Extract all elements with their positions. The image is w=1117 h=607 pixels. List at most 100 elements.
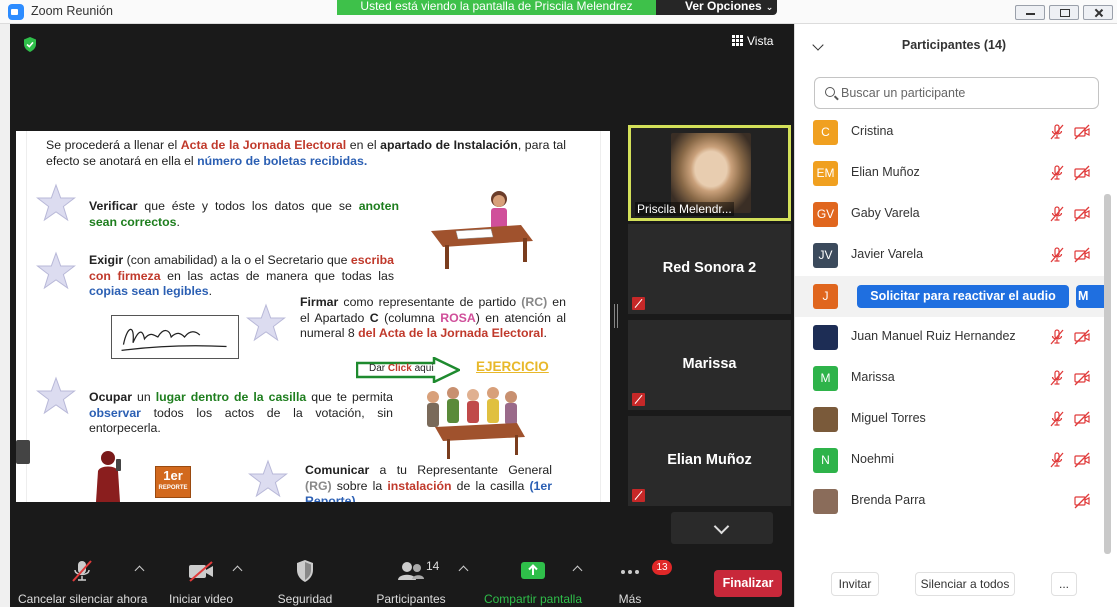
participant-row[interactable]: Brenda Parra (795, 481, 1105, 522)
participant-row[interactable]: C Cristina (795, 112, 1105, 153)
ejercicio-link[interactable]: EJERCICIO (476, 359, 549, 374)
view-button[interactable]: Vista (732, 34, 773, 48)
muted-mic-icon (632, 297, 645, 310)
muted-mic-icon (1049, 206, 1065, 222)
meeting-area: Vista Se procederá a llenar el Acta de l… (10, 24, 794, 607)
more-actions-button[interactable]: M (1076, 285, 1105, 308)
view-options-button[interactable]: Ver Opciones ⌄ (656, 0, 777, 15)
video-off-icon (1074, 124, 1090, 140)
participant-row[interactable]: GV Gaby Varela (795, 194, 1105, 235)
participant-row[interactable]: Miguel Torres (795, 399, 1105, 440)
participant-name: Gaby Varela (851, 206, 920, 220)
participant-row[interactable]: Juan Manuel Ruiz Hernandez (795, 317, 1105, 358)
video-off-icon (189, 561, 213, 582)
participant-row[interactable]: JV Javier Varela (795, 235, 1105, 276)
participant-name: Cristina (851, 124, 894, 138)
window-title: Zoom Reunión (31, 4, 113, 18)
muted-mic-icon (1049, 411, 1065, 427)
secretary-illustration (431, 191, 533, 269)
video-off-icon (1074, 165, 1090, 181)
panel-title: Participantes (14) (901, 38, 1007, 52)
video-off-icon (1074, 329, 1090, 345)
participant-row[interactable]: J Solicitar para reactivar el audio M (795, 276, 1105, 317)
star-icon (36, 183, 76, 222)
avatar: GV (813, 202, 838, 227)
verificar-text: Verificar que éste y todos los datos que… (89, 199, 399, 229)
avatar: N (813, 448, 838, 473)
share-screen-icon (521, 562, 545, 579)
participant-list: C Cristina EM Elian Muñoz GV Gaby Varela JV Jav… (795, 112, 1105, 524)
participant-row[interactable]: M Marissa (795, 358, 1105, 399)
avatar (813, 407, 838, 432)
zoom-app-icon (8, 4, 24, 20)
video-tile[interactable]: Red Sonora 2 (628, 224, 791, 314)
participants-icon (398, 562, 424, 580)
participant-row[interactable]: EM Elian Muñoz (795, 153, 1105, 194)
maximize-button[interactable] (1049, 5, 1079, 20)
shared-screen: Se procederá a llenar el Acta de la Jorn… (16, 131, 610, 502)
participant-name: Miguel Torres (851, 411, 926, 425)
report-icon: 1er REPORTE (155, 466, 191, 498)
tile-name: Elian Muñoz (667, 452, 752, 468)
view-options-label: Ver Opciones (685, 0, 762, 13)
star-icon (36, 376, 76, 415)
participant-search[interactable] (814, 77, 1099, 109)
participants-count: 14 (426, 559, 440, 573)
intro-text: Se procederá a llenar el Acta de la Jorn… (46, 138, 566, 168)
muted-mic-icon (632, 489, 645, 502)
invite-button[interactable]: Invitar (831, 572, 879, 596)
video-off-icon (1074, 206, 1090, 222)
video-tile[interactable]: Elian Muñoz (628, 416, 791, 506)
meeting-toolbar: Cancelar silenciar ahora Iniciar video S… (10, 554, 794, 607)
muted-mic-icon (1049, 370, 1065, 386)
muted-mic-icon (72, 560, 92, 582)
signature-scribble (121, 328, 227, 351)
start-video-button[interactable]: Iniciar video (160, 559, 242, 606)
minimize-button[interactable] (1015, 5, 1045, 20)
participants-options-caret[interactable] (458, 565, 469, 576)
exigir-text: Exigir (con amabilidad) a la o el Secret… (89, 253, 394, 298)
video-tile-active-speaker[interactable]: Priscila Melendr... (628, 125, 791, 221)
participant-row[interactable]: N Noehmi (795, 440, 1105, 481)
muted-mic-icon (1049, 165, 1065, 181)
video-off-icon (1074, 370, 1090, 386)
video-off-icon (1074, 411, 1090, 427)
security-shield-icon[interactable] (23, 37, 37, 52)
avatar: EM (813, 161, 838, 186)
search-icon (825, 87, 835, 97)
more-options-button[interactable]: ... (1051, 572, 1077, 596)
close-button[interactable] (1083, 5, 1113, 20)
splitter-handle[interactable] (614, 304, 618, 328)
avatar: M (813, 366, 838, 391)
participant-name: Noehmi (851, 452, 895, 466)
grid-icon (732, 35, 743, 46)
scroll-left-handle[interactable] (16, 440, 30, 464)
muted-mic-icon (1049, 452, 1065, 468)
scroll-down-thumbnails-button[interactable] (671, 512, 773, 544)
unmute-button[interactable]: Cancelar silenciar ahora (18, 559, 147, 606)
end-meeting-button[interactable]: Finalizar (714, 570, 782, 597)
shield-icon (297, 560, 313, 582)
more-button[interactable]: Más (612, 559, 648, 606)
signature-image (111, 315, 239, 359)
panel-scrollbar[interactable] (1104, 194, 1111, 554)
mute-all-button[interactable]: Silenciar a todos (915, 572, 1015, 596)
avatar: C (813, 120, 838, 145)
star-icon (246, 303, 286, 342)
avatar (813, 325, 838, 350)
participant-name: Marissa (851, 370, 895, 384)
search-input[interactable] (841, 84, 1091, 102)
share-screen-button[interactable]: Compartir pantalla (480, 559, 586, 606)
video-tile[interactable]: Marissa (628, 320, 791, 410)
tile-name-label: Priscila Melendr... (635, 202, 734, 216)
firmar-text: Firmar como representante de partido (RC… (300, 295, 566, 340)
video-off-icon (1074, 493, 1090, 509)
more-dots-icon (621, 570, 639, 574)
avatar: JV (813, 243, 838, 268)
muted-mic-icon (632, 393, 645, 406)
more-notification-badge: 13 (652, 560, 672, 575)
security-button[interactable]: Seguridad (272, 559, 338, 606)
request-unmute-button[interactable]: Solicitar para reactivar el audio (857, 285, 1069, 308)
muted-mic-icon (1049, 124, 1065, 140)
muted-mic-icon (1049, 247, 1065, 263)
